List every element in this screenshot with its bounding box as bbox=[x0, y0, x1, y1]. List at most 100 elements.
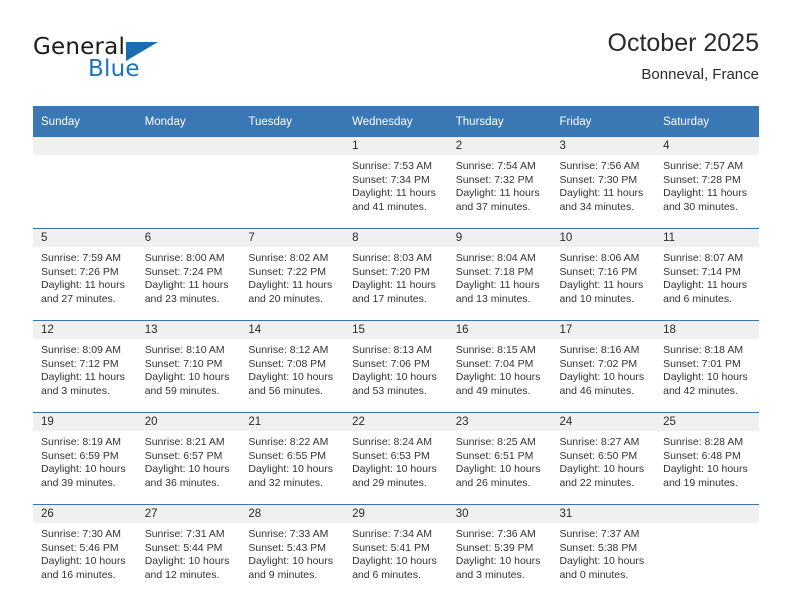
day-cell[interactable]: 19 Sunrise: 8:19 AM Sunset: 6:59 PM Dayl… bbox=[33, 412, 137, 505]
daylight-text-line1: Daylight: 11 hours bbox=[559, 279, 644, 292]
day-cell[interactable]: 12 Sunrise: 8:09 AM Sunset: 7:12 PM Dayl… bbox=[33, 320, 137, 413]
sunset-text: Sunset: 7:32 PM bbox=[455, 173, 534, 186]
day-cell[interactable] bbox=[136, 137, 241, 229]
day-number: 8 bbox=[344, 229, 448, 247]
day-number: 26 bbox=[33, 505, 137, 523]
day-cell[interactable] bbox=[655, 504, 759, 596]
day-details: Sunrise: 8:13 AM Sunset: 7:06 PM Dayligh… bbox=[344, 339, 448, 398]
daylight-text-line1: Daylight: 10 hours bbox=[455, 555, 541, 568]
sunrise-text: Sunrise: 8:21 AM bbox=[144, 436, 225, 448]
sunset-text: Sunset: 7:20 PM bbox=[352, 265, 430, 278]
day-number bbox=[655, 505, 759, 523]
daylight-text-line2: and 3 minutes. bbox=[455, 568, 525, 581]
sunrise-text: Sunrise: 8:25 AM bbox=[455, 436, 536, 448]
week-row: 26 Sunrise: 7:30 AM Sunset: 5:46 PM Dayl… bbox=[33, 504, 759, 596]
sunrise-text: Sunrise: 8:12 AM bbox=[248, 344, 329, 356]
sunrise-text: Sunrise: 8:00 AM bbox=[144, 252, 225, 264]
sunset-text: Sunset: 5:46 PM bbox=[41, 541, 119, 554]
day-details: Sunrise: 8:28 AM Sunset: 6:48 PM Dayligh… bbox=[655, 431, 759, 490]
day-cell[interactable]: 18 Sunrise: 8:18 AM Sunset: 7:01 PM Dayl… bbox=[655, 320, 759, 413]
day-cell[interactable]: 30 Sunrise: 7:36 AM Sunset: 5:39 PM Dayl… bbox=[447, 504, 552, 596]
day-cell[interactable]: 23 Sunrise: 8:25 AM Sunset: 6:51 PM Dayl… bbox=[447, 412, 552, 505]
day-number: 24 bbox=[551, 413, 656, 431]
daylight-text-line1: Daylight: 11 hours bbox=[248, 279, 333, 292]
day-number bbox=[136, 137, 241, 155]
sunset-text: Sunset: 7:26 PM bbox=[41, 265, 119, 278]
day-number: 25 bbox=[655, 413, 759, 431]
sunrise-text: Sunrise: 7:34 AM bbox=[352, 528, 433, 540]
day-details: Sunrise: 8:16 AM Sunset: 7:02 PM Dayligh… bbox=[551, 339, 655, 398]
day-details: Sunrise: 8:18 AM Sunset: 7:01 PM Dayligh… bbox=[655, 339, 759, 398]
day-number: 13 bbox=[136, 321, 241, 339]
sunset-text: Sunset: 7:28 PM bbox=[663, 173, 741, 186]
daylight-text-line1: Daylight: 10 hours bbox=[41, 463, 126, 476]
day-cell[interactable]: 16 Sunrise: 8:15 AM Sunset: 7:04 PM Dayl… bbox=[447, 320, 552, 413]
sunset-text: Sunset: 7:02 PM bbox=[559, 357, 638, 370]
day-cell[interactable]: 22 Sunrise: 8:24 AM Sunset: 6:53 PM Dayl… bbox=[344, 412, 448, 505]
day-cell[interactable]: 2 Sunrise: 7:54 AM Sunset: 7:32 PM Dayli… bbox=[447, 137, 552, 229]
day-cell[interactable]: 15 Sunrise: 8:13 AM Sunset: 7:06 PM Dayl… bbox=[344, 320, 448, 413]
day-cell[interactable]: 31 Sunrise: 7:37 AM Sunset: 5:38 PM Dayl… bbox=[551, 504, 656, 596]
day-cell[interactable]: 20 Sunrise: 8:21 AM Sunset: 6:57 PM Dayl… bbox=[136, 412, 241, 505]
sunset-text: Sunset: 7:08 PM bbox=[248, 357, 327, 370]
daylight-text-line1: Daylight: 10 hours bbox=[559, 371, 645, 384]
day-cell[interactable]: 10 Sunrise: 8:06 AM Sunset: 7:16 PM Dayl… bbox=[551, 228, 656, 321]
day-cell[interactable]: 6 Sunrise: 8:00 AM Sunset: 7:24 PM Dayli… bbox=[136, 228, 241, 321]
sunset-text: Sunset: 5:43 PM bbox=[248, 541, 327, 554]
day-details: Sunrise: 8:00 AM Sunset: 7:24 PM Dayligh… bbox=[137, 247, 241, 306]
day-cell[interactable]: 14 Sunrise: 8:12 AM Sunset: 7:08 PM Dayl… bbox=[240, 320, 345, 413]
day-cell[interactable]: 5 Sunrise: 7:59 AM Sunset: 7:26 PM Dayli… bbox=[33, 228, 137, 321]
sunset-text: Sunset: 7:24 PM bbox=[144, 265, 223, 278]
day-number: 12 bbox=[33, 321, 137, 339]
day-details: Sunrise: 8:27 AM Sunset: 6:50 PM Dayligh… bbox=[551, 431, 655, 490]
day-cell[interactable]: 28 Sunrise: 7:33 AM Sunset: 5:43 PM Dayl… bbox=[240, 504, 345, 596]
day-cell[interactable] bbox=[33, 137, 137, 229]
day-cell[interactable]: 27 Sunrise: 7:31 AM Sunset: 5:44 PM Dayl… bbox=[136, 504, 241, 596]
daylight-text-line1: Daylight: 11 hours bbox=[144, 279, 229, 292]
day-cell[interactable]: 1 Sunrise: 7:53 AM Sunset: 7:34 PM Dayli… bbox=[344, 137, 448, 229]
sunrise-text: Sunrise: 8:22 AM bbox=[248, 436, 329, 448]
day-number: 30 bbox=[447, 505, 552, 523]
daylight-text-line1: Daylight: 10 hours bbox=[248, 555, 334, 568]
day-cell[interactable]: 7 Sunrise: 8:02 AM Sunset: 7:22 PM Dayli… bbox=[240, 228, 345, 321]
day-details: Sunrise: 8:03 AM Sunset: 7:20 PM Dayligh… bbox=[344, 247, 448, 306]
daylight-text-line2: and 17 minutes. bbox=[352, 292, 427, 305]
daylight-text-line2: and 13 minutes. bbox=[455, 292, 531, 305]
generalblue-logo[interactable]: General Blue bbox=[33, 34, 253, 92]
day-cell[interactable]: 11 Sunrise: 8:07 AM Sunset: 7:14 PM Dayl… bbox=[655, 228, 759, 321]
daylight-text-line2: and 37 minutes. bbox=[455, 200, 531, 213]
calendar-page: General Blue October 2025 Bonneval, Fran… bbox=[0, 0, 792, 612]
daylight-text-line1: Daylight: 10 hours bbox=[352, 463, 437, 476]
day-details: Sunrise: 8:09 AM Sunset: 7:12 PM Dayligh… bbox=[33, 339, 137, 398]
daylight-text-line1: Daylight: 10 hours bbox=[455, 371, 541, 384]
day-cell[interactable]: 17 Sunrise: 8:16 AM Sunset: 7:02 PM Dayl… bbox=[551, 320, 656, 413]
daylight-text-line2: and 41 minutes. bbox=[352, 200, 427, 213]
daylight-text-line1: Daylight: 11 hours bbox=[41, 371, 125, 384]
day-cell[interactable]: 9 Sunrise: 8:04 AM Sunset: 7:18 PM Dayli… bbox=[447, 228, 552, 321]
sunset-text: Sunset: 5:39 PM bbox=[455, 541, 534, 554]
day-number: 19 bbox=[33, 413, 137, 431]
daylight-text-line2: and 26 minutes. bbox=[455, 476, 531, 489]
day-cell[interactable]: 24 Sunrise: 8:27 AM Sunset: 6:50 PM Dayl… bbox=[551, 412, 656, 505]
day-details: Sunrise: 7:37 AM Sunset: 5:38 PM Dayligh… bbox=[551, 523, 655, 582]
day-cell[interactable]: 21 Sunrise: 8:22 AM Sunset: 6:55 PM Dayl… bbox=[240, 412, 345, 505]
daylight-text-line2: and 46 minutes. bbox=[559, 384, 635, 397]
day-cell[interactable]: 26 Sunrise: 7:30 AM Sunset: 5:46 PM Dayl… bbox=[33, 504, 137, 596]
day-cell[interactable]: 8 Sunrise: 8:03 AM Sunset: 7:20 PM Dayli… bbox=[344, 228, 448, 321]
day-cell[interactable]: 4 Sunrise: 7:57 AM Sunset: 7:28 PM Dayli… bbox=[655, 137, 759, 229]
daylight-text-line1: Daylight: 11 hours bbox=[41, 279, 125, 292]
daylight-text-line1: Daylight: 11 hours bbox=[559, 187, 644, 200]
day-details: Sunrise: 7:30 AM Sunset: 5:46 PM Dayligh… bbox=[33, 523, 137, 582]
day-cell[interactable] bbox=[240, 137, 345, 229]
day-cell[interactable]: 3 Sunrise: 7:56 AM Sunset: 7:30 PM Dayli… bbox=[551, 137, 656, 229]
daylight-text-line2: and 22 minutes. bbox=[559, 476, 635, 489]
day-cell[interactable]: 25 Sunrise: 8:28 AM Sunset: 6:48 PM Dayl… bbox=[655, 412, 759, 505]
day-number: 14 bbox=[240, 321, 345, 339]
sunrise-text: Sunrise: 8:18 AM bbox=[663, 344, 744, 356]
sunset-text: Sunset: 6:50 PM bbox=[559, 449, 638, 462]
sunrise-text: Sunrise: 8:19 AM bbox=[41, 436, 121, 448]
sunset-text: Sunset: 7:06 PM bbox=[352, 357, 430, 370]
day-cell[interactable]: 13 Sunrise: 8:10 AM Sunset: 7:10 PM Dayl… bbox=[136, 320, 241, 413]
day-cell[interactable]: 29 Sunrise: 7:34 AM Sunset: 5:41 PM Dayl… bbox=[344, 504, 448, 596]
day-number: 27 bbox=[136, 505, 241, 523]
